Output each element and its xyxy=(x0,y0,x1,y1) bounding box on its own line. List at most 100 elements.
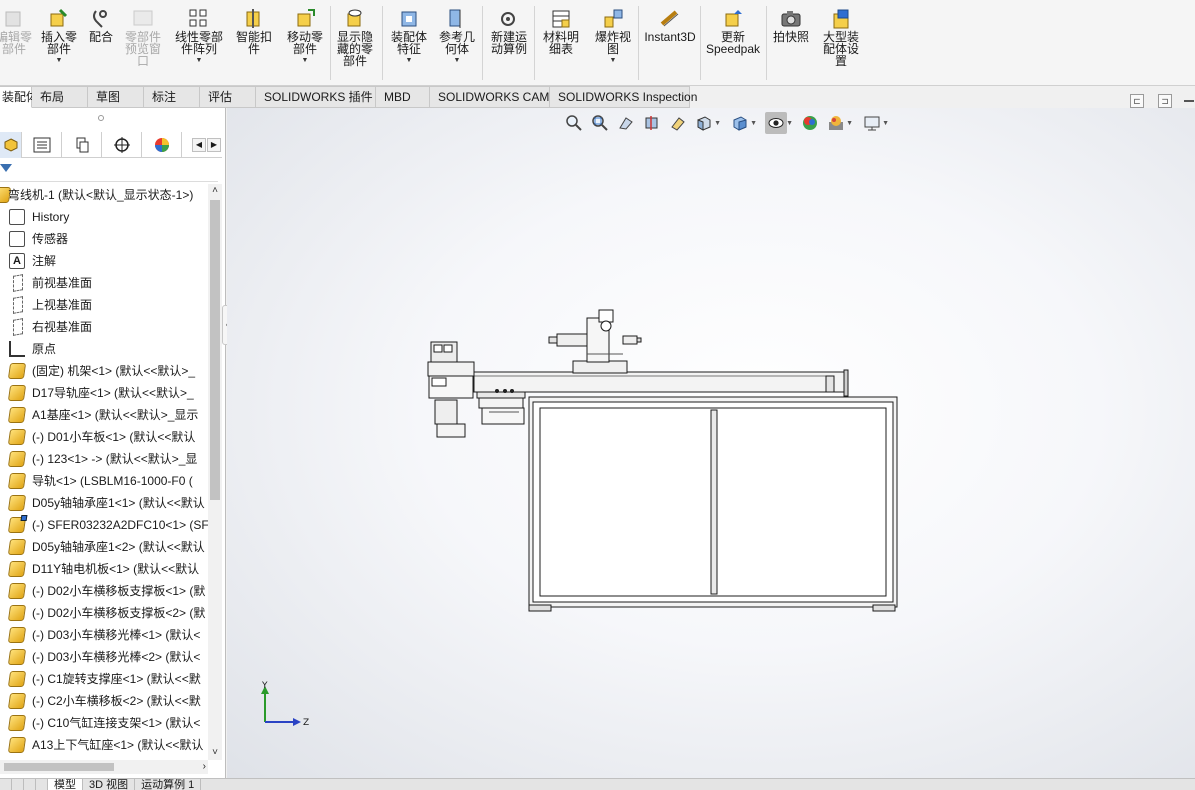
tree-item[interactable]: D17导轨座<1> (默认<<默认>_ xyxy=(0,382,208,404)
tab-nav-last-icon[interactable] xyxy=(36,779,48,790)
tab-feature-manager[interactable] xyxy=(0,132,22,158)
linear-pattern-button[interactable]: 线性零部 件阵列 ▼ xyxy=(170,8,228,80)
tree-item[interactable]: 前视基准面 xyxy=(0,272,208,294)
edit-component-icon xyxy=(3,8,25,30)
chevron-down-icon[interactable]: ▼ xyxy=(196,57,203,65)
show-hidden-button[interactable]: 显示隐 藏的零 部件 xyxy=(332,8,378,80)
tab-dimxpert-manager[interactable] xyxy=(102,132,142,158)
tab-motion-study[interactable]: 运动算例 1 xyxy=(135,779,202,790)
tree-item-label: (-) D02小车横移板支撑板<2> (默 xyxy=(32,606,206,620)
linear-pattern-label: 线性零部 件阵列 xyxy=(174,30,223,56)
edit-component-button[interactable]: 编辑零 部件 xyxy=(0,8,36,80)
tree-item[interactable]: (-) C1旋转支撑座<1> (默认<<默 xyxy=(0,668,208,690)
scroll-down-icon[interactable]: ˅ xyxy=(208,746,222,760)
tab-3d-views[interactable]: 3D 视图 xyxy=(83,779,136,790)
tree-item[interactable]: 右视基准面 xyxy=(0,316,208,338)
tree-item[interactable]: (-) D02小车横移板支撑板<2> (默 xyxy=(0,602,208,624)
filter-icon[interactable] xyxy=(0,164,12,174)
scrollbar-thumb[interactable] xyxy=(4,763,114,771)
component-preview-icon xyxy=(132,8,154,30)
tree-item[interactable]: (-) SFER03232A2DFC10<1> (SF xyxy=(0,514,208,536)
tree-item[interactable]: D11Y轴电机板<1> (默认<<默认 xyxy=(0,558,208,580)
tab-nav-first-icon[interactable] xyxy=(0,779,12,790)
tree-item[interactable]: A13上下气缸座<1> (默认<<默认 xyxy=(0,734,208,756)
instant3d-button[interactable]: Instant3D xyxy=(642,8,698,80)
tab-solidworks-cam[interactable]: SOLIDWORKS CAM xyxy=(430,86,550,108)
reference-geometry-button[interactable]: 参考几 何体 ▼ xyxy=(434,8,480,80)
tree-item[interactable]: (-) 123<1> -> (默认<<默认>_显 xyxy=(0,448,208,470)
tree-item[interactable]: (-) D03小车横移光棒<2> (默认< xyxy=(0,646,208,668)
chevron-down-icon[interactable]: ▼ xyxy=(406,57,413,65)
tree-item[interactable]: A1基座<1> (默认<<默认>_显示 xyxy=(0,404,208,426)
scroll-up-icon[interactable]: ˄ xyxy=(208,184,222,198)
tab-solidworks-addins[interactable]: SOLIDWORKS 插件 xyxy=(256,86,376,108)
tab-property-manager[interactable] xyxy=(22,132,62,158)
assembly-model[interactable] xyxy=(227,108,1195,778)
new-motion-study-button[interactable]: 新建运 动算例 xyxy=(486,8,532,80)
update-speedpak-button[interactable]: 更新 Speedpak xyxy=(704,8,762,80)
component-preview-button[interactable]: 零部件 预览窗 口 xyxy=(118,8,168,80)
tab-evaluate[interactable]: 评估 xyxy=(200,86,256,108)
tree-item[interactable]: D05y轴轴承座1<2> (默认<<默认 xyxy=(0,536,208,558)
tree-item[interactable]: (-) D02小车横移板支撑板<1> (默 xyxy=(0,580,208,602)
scroll-right-icon[interactable]: ▶ xyxy=(207,138,221,152)
scroll-right-icon[interactable]: › xyxy=(203,760,206,774)
tab-layout[interactable]: 布局 xyxy=(32,86,88,108)
panel-grip[interactable] xyxy=(98,115,104,121)
tab-assembly[interactable]: 装配体 xyxy=(0,86,38,108)
tab-sketch[interactable]: 草图 xyxy=(88,86,144,108)
tab-mbd[interactable]: MBD xyxy=(376,86,430,108)
tree-item[interactable]: D05y轴轴承座1<1> (默认<<默认 xyxy=(0,492,208,514)
graphics-area[interactable]: ▼ ▼ ▼ ▼ ▼ Y Z xyxy=(227,108,1195,778)
tree-item[interactable]: (固定) 机架<1> (默认<<默认>_ xyxy=(0,360,208,382)
component-preview-label: 零部件 预览窗 口 xyxy=(124,30,161,68)
tab-nav-prev-icon[interactable] xyxy=(12,779,24,790)
tree-item[interactable]: 原点 xyxy=(0,338,208,360)
tree-filter-row[interactable] xyxy=(0,160,218,182)
tree-item[interactable]: History xyxy=(0,206,208,228)
tree-horizontal-scrollbar[interactable]: › xyxy=(0,760,208,774)
tree-item[interactable]: A 注解 xyxy=(0,250,208,272)
part-icon xyxy=(7,693,27,709)
mate-button[interactable]: 配合 xyxy=(86,8,116,80)
smart-fasteners-button[interactable]: 智能扣 件 xyxy=(232,8,276,80)
tab-markup[interactable]: 标注 xyxy=(144,86,200,108)
expand-left-icon[interactable]: ⊏ xyxy=(1130,94,1144,108)
tab-configuration-manager[interactable] xyxy=(62,132,102,158)
tab-model[interactable]: 模型 xyxy=(48,779,83,790)
scrollbar-thumb[interactable] xyxy=(210,200,220,500)
tree-item[interactable]: (-) D03小车横移光棒<1> (默认< xyxy=(0,624,208,646)
chevron-down-icon[interactable]: ▼ xyxy=(302,57,309,65)
minimize-icon[interactable] xyxy=(1184,100,1194,102)
configuration-manager-icon xyxy=(76,137,88,153)
exploded-view-button[interactable]: 爆炸视 图 ▼ xyxy=(590,8,636,80)
chevron-down-icon[interactable]: ▼ xyxy=(56,57,63,65)
tree-item[interactable]: 导轨<1> (LSBLM16-1000-F0 ( xyxy=(0,470,208,492)
tab-solidworks-inspection[interactable]: SOLIDWORKS Inspection xyxy=(550,86,697,108)
tree-root-assembly[interactable]: 弯线机-1 (默认<默认_显示状态-1>) xyxy=(0,184,208,206)
cylinder-right xyxy=(622,335,638,345)
tree-item[interactable]: (-) C2小车横移板<2> (默认<<默 xyxy=(0,690,208,712)
large-assembly-button[interactable]: 大型装 配体设 置 xyxy=(818,8,864,80)
take-snapshot-label: 拍快照 xyxy=(772,30,809,44)
assembly-features-button[interactable]: 装配体 特征 ▼ xyxy=(386,8,432,80)
tab-nav-next-icon[interactable] xyxy=(24,779,36,790)
tree-item[interactable]: (-) D01小车板<1> (默认<<默认 xyxy=(0,426,208,448)
take-snapshot-button[interactable]: 拍快照 xyxy=(770,8,812,80)
command-manager-tabs: 装配体 布局 草图 标注 评估 SOLIDWORKS 插件 MBD SOLIDWORKS CA… xyxy=(0,86,697,108)
tree-item[interactable]: 上视基准面 xyxy=(0,294,208,316)
expand-right-icon[interactable]: ⊐ xyxy=(1158,94,1172,108)
chevron-down-icon[interactable]: ▼ xyxy=(610,57,617,65)
chevron-down-icon[interactable]: ▼ xyxy=(454,57,461,65)
move-component-button[interactable]: 移动零 部件 ▼ xyxy=(282,8,328,80)
tree-item[interactable]: 传感器 xyxy=(0,228,208,250)
insert-component-button[interactable]: 插入零 部件 ▼ xyxy=(36,8,82,80)
tree-vertical-scrollbar[interactable]: ˄ ˅ xyxy=(208,184,222,760)
scroll-left-icon[interactable]: ◀ xyxy=(192,138,206,152)
part-icon xyxy=(7,627,27,643)
tree-item-label: A1基座<1> (默认<<默认>_显示 xyxy=(32,408,199,422)
frame-foot-left xyxy=(528,604,552,612)
tree-item[interactable]: (-) C10气缸连接支架<1> (默认< xyxy=(0,712,208,734)
bom-button[interactable]: 材料明 细表 xyxy=(538,8,584,80)
tab-display-manager[interactable] xyxy=(142,132,182,158)
